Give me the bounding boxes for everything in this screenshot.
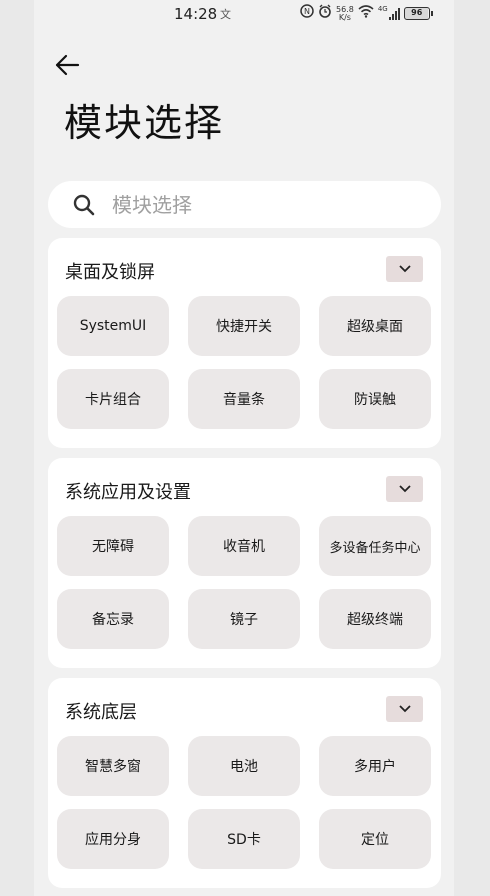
- search-icon: [73, 194, 95, 215]
- status-icons: N 56.8 K/s 4G 96: [300, 4, 433, 23]
- cellular-signal-icon: [388, 7, 400, 20]
- module-button[interactable]: 卡片组合: [57, 369, 169, 429]
- section-collapse-button[interactable]: [386, 476, 423, 502]
- arrow-left-icon: [55, 54, 80, 76]
- module-button[interactable]: 定位: [319, 809, 431, 869]
- battery-level: 96: [411, 8, 423, 17]
- section-system-underlying: 系统底层 智慧多窗 电池 多用户 应用分身 SD卡 定位: [48, 678, 441, 888]
- signal-type: 4G: [377, 4, 388, 13]
- input-method-icon: 文: [220, 8, 231, 21]
- module-button[interactable]: 音量条: [188, 369, 300, 429]
- module-button[interactable]: 多设备任务中心: [319, 516, 431, 576]
- back-button[interactable]: [50, 48, 84, 82]
- module-grid: 智慧多窗 电池 多用户 应用分身 SD卡 定位: [57, 736, 432, 869]
- search-bar[interactable]: [48, 181, 441, 228]
- section-collapse-button[interactable]: [386, 696, 423, 722]
- chevron-down-icon: [398, 265, 411, 273]
- module-button[interactable]: 备忘录: [57, 589, 169, 649]
- module-button[interactable]: 多用户: [319, 736, 431, 796]
- page-title: 模块选择: [64, 101, 225, 145]
- chevron-down-icon: [398, 485, 411, 493]
- section-desktop-lockscreen: 桌面及锁屏 SystemUI 快捷开关 超级桌面 卡片组合 音量条 防误触: [48, 238, 441, 448]
- module-button[interactable]: 收音机: [188, 516, 300, 576]
- svg-text:N: N: [304, 7, 310, 16]
- module-button[interactable]: 应用分身: [57, 809, 169, 869]
- section-collapse-button[interactable]: [386, 256, 423, 282]
- module-button[interactable]: 超级终端: [319, 589, 431, 649]
- module-grid: 无障碍 收音机 多设备任务中心 备忘录 镜子 超级终端: [57, 516, 432, 649]
- section-title: 桌面及锁屏: [65, 262, 155, 283]
- alarm-icon: [318, 4, 332, 23]
- wifi-icon: [358, 4, 374, 23]
- module-button[interactable]: 快捷开关: [188, 296, 300, 356]
- section-title: 系统应用及设置: [65, 482, 191, 503]
- module-button[interactable]: SystemUI: [57, 296, 169, 356]
- section-title: 系统底层: [65, 702, 137, 723]
- battery-icon: 96: [403, 7, 433, 20]
- search-input[interactable]: [112, 192, 392, 217]
- module-button[interactable]: 超级桌面: [319, 296, 431, 356]
- section-system-apps-settings: 系统应用及设置 无障碍 收音机 多设备任务中心 备忘录 镜子 超级终端: [48, 458, 441, 668]
- chevron-down-icon: [398, 705, 411, 713]
- module-button[interactable]: 无障碍: [57, 516, 169, 576]
- module-button[interactable]: 电池: [188, 736, 300, 796]
- status-time: 14:28: [174, 5, 218, 23]
- network-speed: 56.8 K/s: [336, 4, 354, 22]
- status-bar: 14:28 文 N 56.8 K/s 4G 96: [34, 0, 454, 28]
- nfc-icon: N: [300, 4, 314, 23]
- module-button[interactable]: SD卡: [188, 809, 300, 869]
- module-button[interactable]: 防误触: [319, 369, 431, 429]
- app-screen: 14:28 文 N 56.8 K/s 4G 96 模块选择 模块选择 桌面及锁屏…: [34, 0, 454, 896]
- module-button[interactable]: 智慧多窗: [57, 736, 169, 796]
- module-button[interactable]: 镜子: [188, 589, 300, 649]
- module-grid: SystemUI 快捷开关 超级桌面 卡片组合 音量条 防误触: [57, 296, 432, 429]
